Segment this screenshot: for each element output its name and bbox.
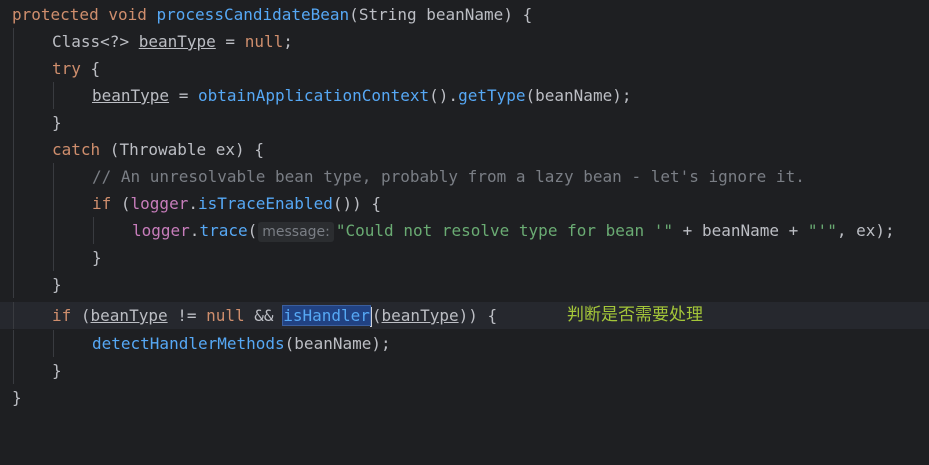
- parameter[interactable]: beanName: [426, 5, 503, 24]
- indent-guide: [93, 217, 94, 244]
- indent-guide: [53, 190, 54, 217]
- indent-guide: [13, 357, 14, 384]
- selected-method-call[interactable]: isHandler: [282, 305, 371, 326]
- keyword: if: [92, 194, 112, 213]
- type-name[interactable]: Class: [52, 32, 100, 51]
- code-line-15[interactable]: }: [0, 384, 929, 411]
- type-name[interactable]: Throwable: [119, 140, 206, 159]
- code-line-8[interactable]: if (logger.isTraceEnabled()) {: [0, 190, 929, 217]
- text-caret: [369, 306, 372, 327]
- type-name[interactable]: String: [359, 5, 417, 24]
- indent-guide: [13, 82, 14, 109]
- indent-guide: [13, 271, 14, 298]
- code-line-11[interactable]: }: [0, 271, 929, 298]
- indent-guide: [13, 190, 14, 217]
- keyword: if: [52, 306, 72, 325]
- argument[interactable]: beanName: [294, 334, 371, 353]
- indent-guide: [13, 109, 14, 136]
- code-line-7[interactable]: // An unresolvable bean type, probably f…: [0, 163, 929, 190]
- field[interactable]: logger: [132, 221, 190, 240]
- code-line-1[interactable]: protected void processCandidateBean(Stri…: [0, 1, 929, 28]
- indent-guide: [13, 163, 14, 190]
- string-literal: "'": [807, 221, 837, 240]
- variable[interactable]: beanType: [92, 86, 169, 105]
- method-call[interactable]: detectHandlerMethods: [92, 334, 285, 353]
- code-line-3[interactable]: try {: [0, 55, 929, 82]
- indent-guide: [53, 82, 54, 109]
- code-line-6[interactable]: catch (Throwable ex) {: [0, 136, 929, 163]
- variable[interactable]: beanType: [139, 32, 216, 51]
- code-line-10[interactable]: }: [0, 244, 929, 271]
- indent-guide: [13, 217, 14, 244]
- parameter[interactable]: ex: [216, 140, 235, 159]
- indent-guide: [53, 217, 54, 244]
- method-call[interactable]: getType: [458, 86, 525, 105]
- keyword: void: [108, 5, 147, 24]
- string-literal: "Could not resolve type for bean '": [335, 221, 674, 240]
- code-line-2[interactable]: Class<?> beanType = null;: [0, 28, 929, 55]
- indent-guide: [13, 330, 14, 357]
- method-call[interactable]: obtainApplicationContext: [198, 86, 429, 105]
- indent-guide: [13, 302, 14, 329]
- variable[interactable]: beanType: [382, 306, 459, 325]
- indent-guide: [53, 244, 54, 271]
- indent-guide: [13, 55, 14, 82]
- method-name[interactable]: processCandidateBean: [157, 5, 350, 24]
- code-line-4[interactable]: beanType = obtainApplicationContext().ge…: [0, 82, 929, 109]
- field[interactable]: logger: [131, 194, 189, 213]
- code-line-12-current[interactable]: if (beanType != null && isHandler (beanTy…: [0, 302, 929, 329]
- variable[interactable]: beanType: [91, 306, 168, 325]
- keyword: protected: [12, 5, 99, 24]
- indent-guide: [13, 244, 14, 271]
- indent-guide: [53, 163, 54, 190]
- method-call[interactable]: trace: [199, 221, 247, 240]
- code-editor[interactable]: protected void processCandidateBean(Stri…: [0, 0, 929, 409]
- code-line-5[interactable]: }: [0, 109, 929, 136]
- argument[interactable]: ex: [856, 221, 875, 240]
- keyword: null: [244, 32, 284, 51]
- method-call[interactable]: isTraceEnabled: [198, 194, 333, 213]
- code-line-14[interactable]: }: [0, 357, 929, 384]
- generic-wildcard: <?>: [100, 32, 130, 51]
- indent-guide: [13, 136, 14, 163]
- keyword: catch: [52, 140, 101, 159]
- keyword: null: [206, 306, 245, 325]
- keyword: try: [52, 59, 81, 78]
- argument[interactable]: beanName: [702, 221, 779, 240]
- comment: // An unresolvable bean type, probably f…: [92, 167, 805, 186]
- indent-guide: [53, 330, 54, 357]
- argument[interactable]: beanName: [535, 86, 612, 105]
- indent-guide: [13, 28, 14, 55]
- code-line-13[interactable]: detectHandlerMethods(beanName);: [0, 330, 929, 357]
- code-line-9[interactable]: logger.trace(message: "Could not resolve …: [0, 217, 929, 244]
- annotation-note: 判断是否需要处理: [567, 305, 703, 325]
- parameter-hint: message:: [258, 222, 334, 242]
